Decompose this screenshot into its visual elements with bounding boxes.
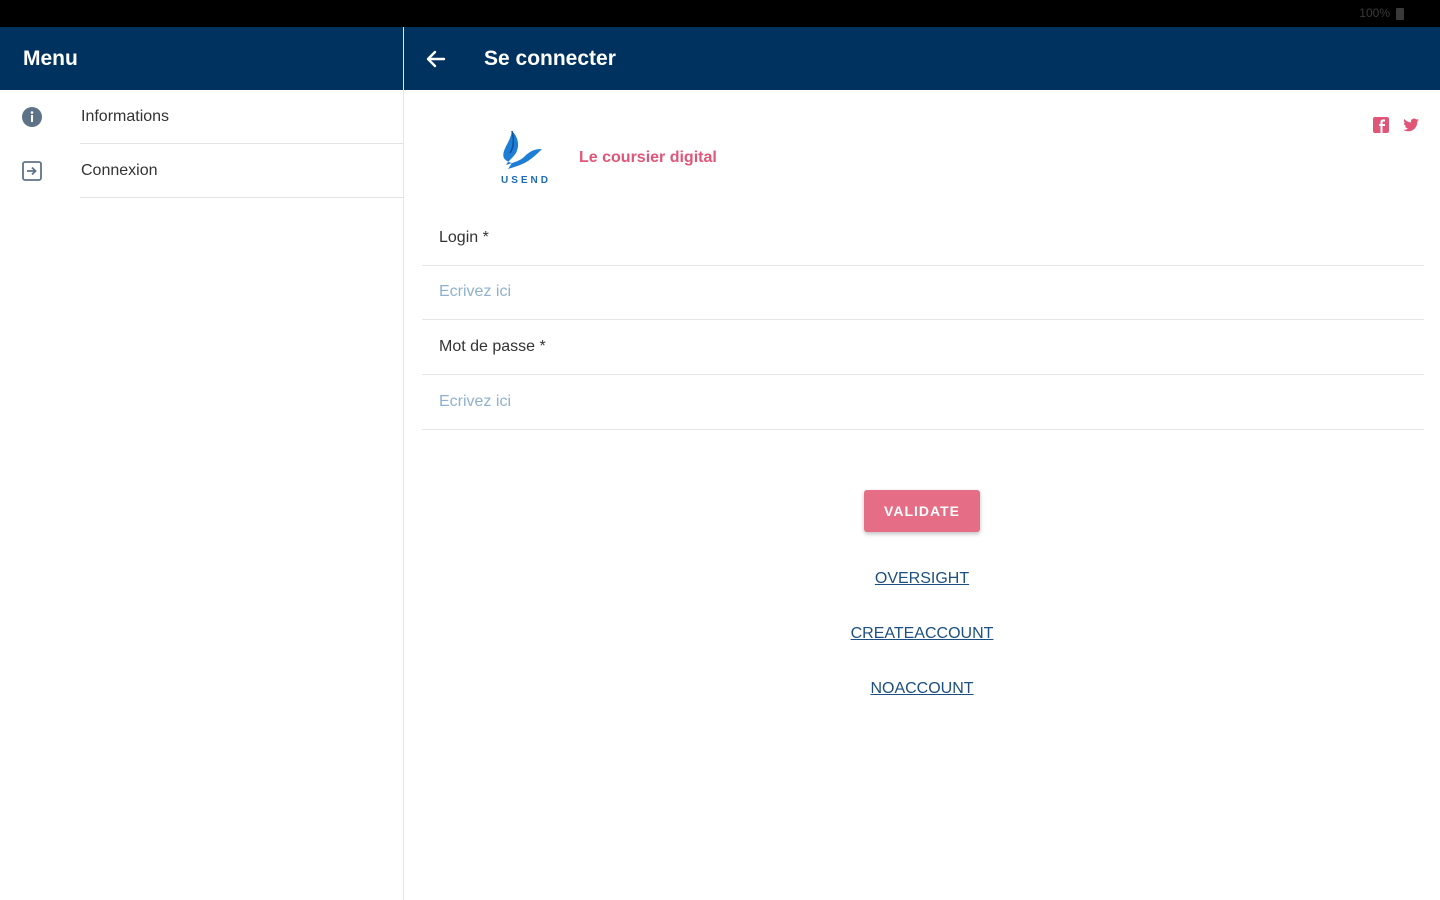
sidebar-header: Menu bbox=[0, 27, 403, 90]
social-links bbox=[1372, 116, 1420, 134]
facebook-icon[interactable] bbox=[1372, 116, 1390, 134]
brand-tagline: Le coursier digital bbox=[579, 149, 717, 166]
validate-button[interactable]: VALIDATE bbox=[864, 490, 980, 532]
password-input-row bbox=[422, 375, 1424, 430]
create-account-link[interactable]: CREATEACCOUNT bbox=[404, 625, 1440, 643]
arrow-left-icon[interactable] bbox=[424, 47, 448, 71]
login-input[interactable] bbox=[439, 265, 1339, 319]
status-bar: 100% bbox=[0, 0, 1440, 27]
sidebar-title: Menu bbox=[23, 46, 78, 70]
sidebar-item-connexion[interactable]: Connexion bbox=[0, 144, 403, 198]
top-bar: Se connecter bbox=[404, 27, 1440, 90]
sidebar-item-informations[interactable]: Informations bbox=[0, 90, 403, 144]
login-label-row: Login * bbox=[422, 211, 1424, 266]
info-icon bbox=[22, 107, 42, 127]
login-icon bbox=[22, 161, 42, 181]
sidebar-item-label: Informations bbox=[81, 108, 170, 125]
divider bbox=[80, 197, 403, 198]
twitter-icon[interactable] bbox=[1402, 116, 1420, 134]
password-label-row: Mot de passe * bbox=[422, 320, 1424, 375]
battery-percent: 100% bbox=[1359, 6, 1390, 20]
password-input[interactable] bbox=[439, 375, 1339, 429]
password-label: Mot de passe * bbox=[439, 338, 546, 355]
login-input-row bbox=[422, 265, 1424, 320]
main-panel: Se connecter USEND Le coursier digital L… bbox=[404, 27, 1440, 900]
page-title: Se connecter bbox=[484, 47, 616, 70]
sidebar-item-label: Connexion bbox=[81, 162, 158, 179]
no-account-link[interactable]: NOACCOUNT bbox=[404, 680, 1440, 698]
login-label: Login * bbox=[439, 229, 489, 246]
oversight-link[interactable]: OVERSIGHT bbox=[404, 570, 1440, 588]
sidebar: Menu Informations Connexion bbox=[0, 27, 404, 900]
brand-name: USEND bbox=[500, 175, 551, 186]
battery-icon bbox=[1396, 8, 1404, 20]
